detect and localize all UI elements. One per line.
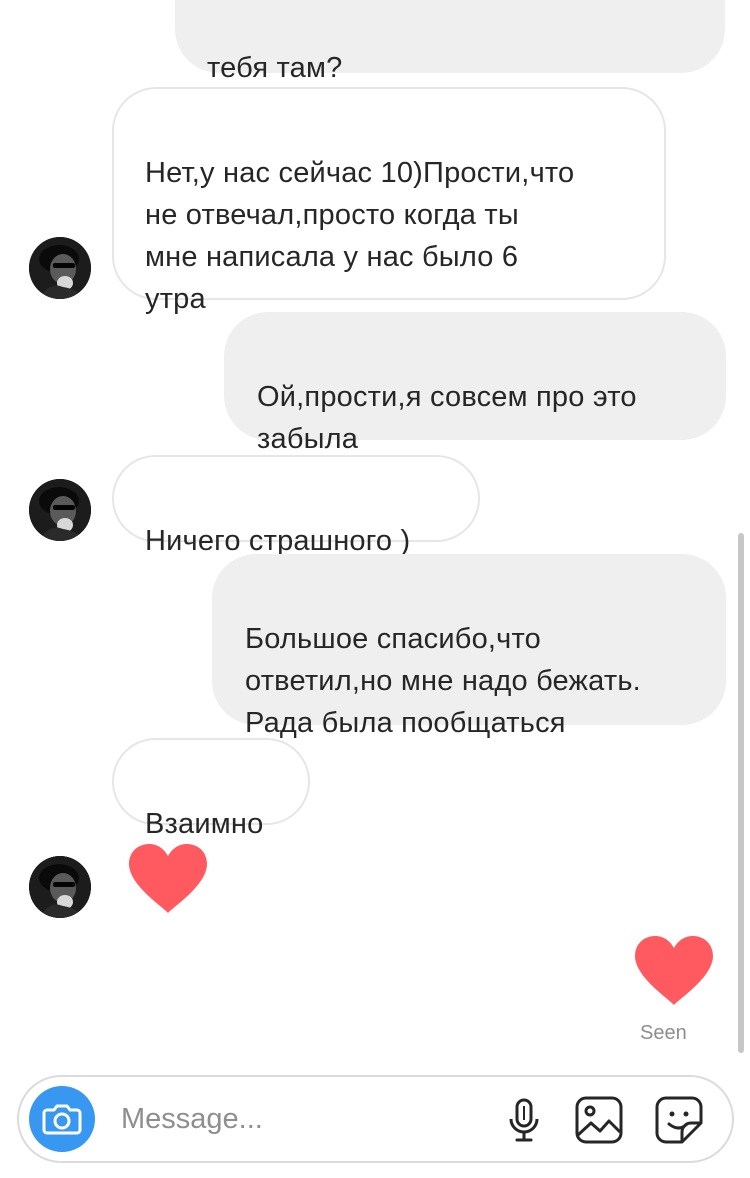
avatar-photo: [29, 237, 91, 299]
message-bubble-outgoing[interactable]: тебя там?: [175, 0, 725, 84]
avatar[interactable]: [29, 237, 91, 299]
gallery-icon: [575, 1096, 623, 1144]
message-input[interactable]: [121, 1097, 481, 1141]
message-bubble-incoming[interactable]: Взаимно: [112, 738, 310, 840]
camera-button[interactable]: [29, 1086, 95, 1152]
message-bubble-incoming[interactable]: Нет,у нас сейчас 10)Прости,что не отвеча…: [112, 87, 666, 315]
microphone-button[interactable]: [499, 1095, 549, 1145]
heart-reaction[interactable]: [127, 843, 209, 915]
heart-icon: [129, 844, 207, 913]
microphone-icon: [509, 1098, 539, 1142]
avatar[interactable]: [29, 479, 91, 541]
message-text: Ой,прости,я совсем про это забыла: [257, 381, 637, 455]
message-text: тебя там?: [207, 52, 343, 84]
message-text: Ничего страшного ): [145, 525, 411, 557]
message-text: Взаимно: [145, 808, 264, 840]
sticker-icon: [655, 1096, 703, 1144]
message-composer: [17, 1075, 734, 1163]
message-bubble-outgoing[interactable]: Ой,прости,я совсем про это забыла: [224, 312, 726, 455]
avatar[interactable]: [29, 856, 91, 918]
avatar-photo: [29, 856, 91, 918]
sticker-button[interactable]: [654, 1095, 704, 1145]
message-bubble-incoming[interactable]: Ничего страшного ): [112, 455, 480, 557]
heart-icon: [635, 936, 713, 1005]
seen-indicator: Seen: [640, 1022, 687, 1044]
scrollbar[interactable]: [738, 533, 744, 1053]
gallery-button[interactable]: [574, 1095, 624, 1145]
avatar-photo: [29, 479, 91, 541]
message-text: Большое спасибо,что ответил,но мне надо …: [245, 623, 641, 739]
message-bubble-outgoing[interactable]: Большое спасибо,что ответил,но мне надо …: [212, 554, 726, 739]
camera-icon: [42, 1104, 82, 1135]
message-text: Нет,у нас сейчас 10)Прости,что не отвеча…: [145, 157, 575, 315]
heart-reaction[interactable]: [633, 935, 715, 1007]
